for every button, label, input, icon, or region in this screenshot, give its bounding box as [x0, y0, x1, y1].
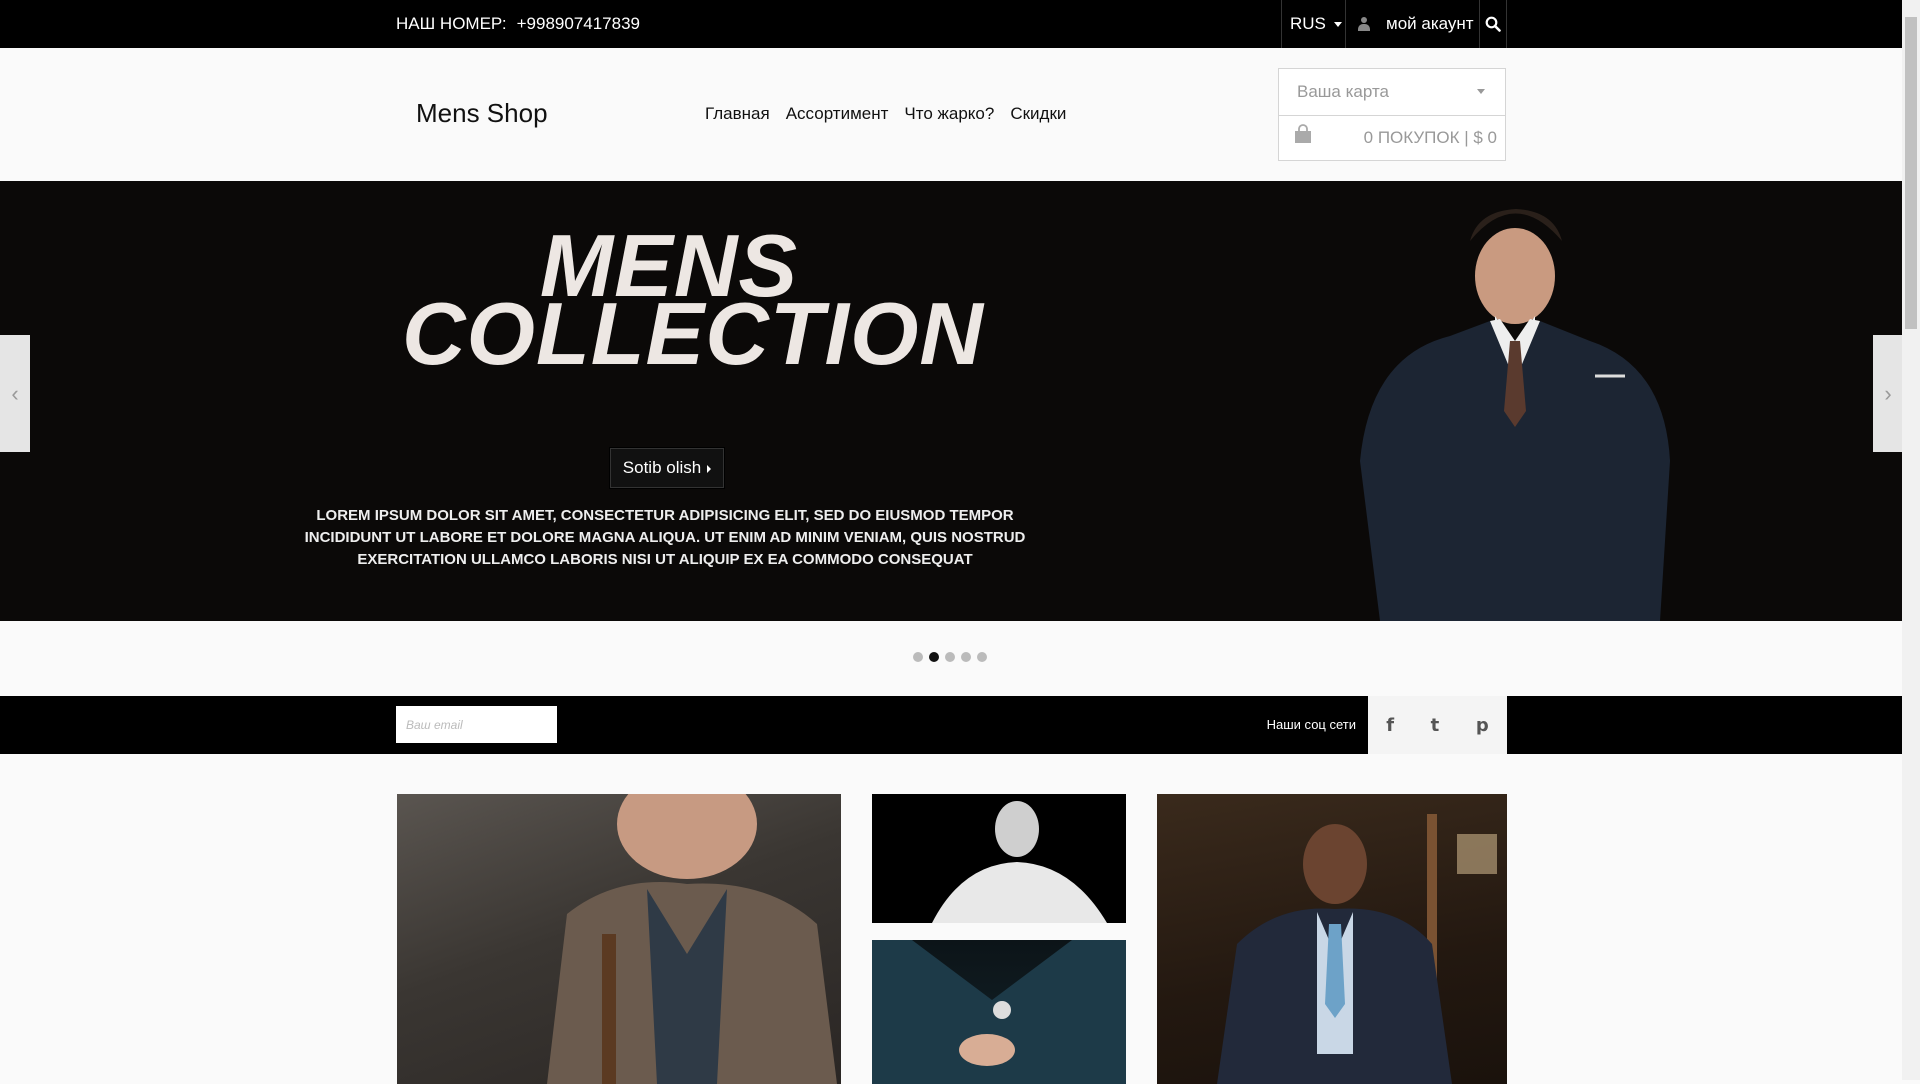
nav-item-home[interactable]: Главная [705, 104, 770, 124]
account-link[interactable]: мой акаунт [1345, 0, 1479, 48]
slider-dots [913, 652, 987, 662]
language-selector[interactable]: RUS [1281, 0, 1345, 48]
phone-number[interactable]: +998907417839 [517, 14, 640, 33]
caret-down-icon [1333, 21, 1342, 27]
slider-dot[interactable] [977, 652, 987, 662]
phone-info: НАШ НОМЕР: +998907417839 [396, 0, 640, 48]
search-button[interactable] [1479, 0, 1507, 48]
language-label: RUS [1290, 14, 1326, 33]
account-label: мой акаунт [1386, 14, 1474, 33]
subscribe-bar [0, 696, 1902, 754]
caret-right-icon [707, 464, 712, 473]
search-icon [1485, 16, 1501, 32]
slider-dot[interactable] [913, 652, 923, 662]
nav-item-discounts[interactable]: Скидки [1010, 104, 1066, 124]
slider-dot[interactable] [945, 652, 955, 662]
gallery-image-suit-cuff[interactable] [872, 940, 1126, 1084]
pinterest-icon[interactable]: p [1476, 715, 1489, 736]
user-icon [1358, 17, 1370, 31]
nav-item-assortment[interactable]: Ассортимент [786, 104, 889, 124]
chevron-left-icon: ‹ [11, 380, 19, 406]
twitter-icon[interactable]: t [1431, 715, 1440, 736]
gallery-image-jacket-art [547, 794, 837, 1084]
email-input[interactable] [396, 706, 557, 743]
slider-dot[interactable] [929, 652, 939, 662]
hero-title-line2: COLLECTION [402, 284, 984, 383]
slider-prev-button[interactable]: ‹ [0, 335, 30, 452]
facebook-icon[interactable]: f [1386, 715, 1394, 736]
caret-down-icon [1477, 89, 1485, 94]
top-bar [0, 0, 1902, 48]
gallery-image-suit[interactable] [1157, 794, 1507, 1084]
hero-title: MENS COLLECTION [402, 222, 984, 383]
gallery-image-jacket[interactable] [397, 794, 841, 1084]
buy-button-label: Sotib olish [622, 458, 702, 477]
gallery-image-shirt[interactable] [872, 794, 1126, 923]
slider-dot[interactable] [961, 652, 971, 662]
gallery-image-suit-cuff-art [872, 940, 1126, 1084]
gallery-image-shirt-art [932, 801, 1107, 923]
nav-item-hot[interactable]: Что жарко? [904, 104, 994, 124]
social-label: Наши соц сети [1266, 717, 1356, 732]
shopping-bag-icon [1295, 124, 1311, 143]
cart-dropdown[interactable]: Ваша карта [1278, 68, 1506, 116]
gallery-image-suit-art [1217, 814, 1497, 1084]
phone-label: НАШ НОМЕР: [396, 14, 507, 33]
slider-next-button[interactable]: › [1873, 335, 1903, 452]
social-links: f t p [1368, 696, 1507, 754]
scrollbar-thumb[interactable] [1905, 17, 1917, 329]
main-nav: Главная Ассортимент Что жарко? Скидки [705, 104, 1066, 124]
site-logo[interactable]: Mens Shop [416, 98, 548, 129]
hero-description: LOREM IPSUM DOLOR SIT AMET, CONSECTETUR … [304, 507, 1026, 568]
cart-summary-text: 0 ПОКУПОК | $ 0 [1363, 128, 1497, 147]
cart-dropdown-label: Ваша карта [1297, 82, 1390, 101]
chevron-right-icon: › [1884, 380, 1892, 406]
buy-button[interactable]: Sotib olish [610, 448, 724, 488]
